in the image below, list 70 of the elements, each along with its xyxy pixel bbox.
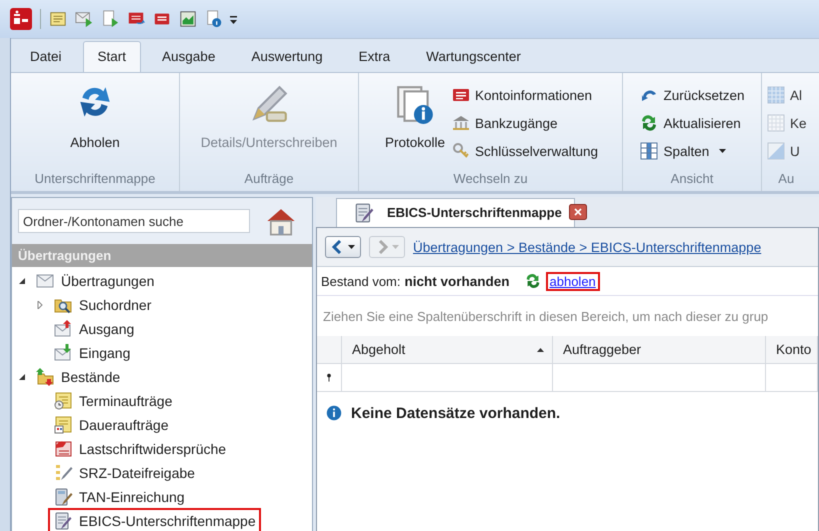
tree-item[interactable]: SRZ-Dateifreigabe [48,460,200,486]
group-label: Wechseln zu [452,171,529,188]
document-arrow-icon[interactable] [101,10,119,28]
calendar-icon [53,415,73,435]
collapse-arrow-icon[interactable] [18,277,26,285]
ribbon-button[interactable]: Bankzugänge [450,109,598,137]
notepad-pen-icon [53,511,73,531]
grid-icon [639,141,660,161]
grid-icon [766,113,786,133]
ribbon-tab[interactable]: Datei [15,41,77,72]
envelope-arrow-icon[interactable] [75,10,93,28]
status-value: nicht vorhanden [404,274,510,288]
close-icon[interactable] [568,204,587,220]
back-button[interactable] [325,236,361,258]
tree-item[interactable]: Ausgang [48,316,140,342]
chart-icon[interactable] [179,10,197,28]
pencil-list-icon [53,463,73,483]
column-header[interactable]: Konto [766,336,818,363]
ribbon-tab[interactable]: Start [82,41,142,72]
caret-icon [392,245,399,249]
sort-arrow-icon [537,348,544,352]
group-label: Aufträge [243,171,295,188]
ribbon-button[interactable]: Aktualisieren [639,109,745,137]
group-label: Au [777,171,796,188]
tree-item[interactable]: Übertragungen [30,268,160,294]
tree-item[interactable]: Daueraufträge [48,412,174,438]
ribbon-button[interactable]: Zurücksetzen [639,81,745,109]
ribbon-tab[interactable]: Extra [344,41,406,72]
ribbon-button[interactable]: Kontoinformationen [450,81,598,109]
ribbon-button[interactable]: Abholen [68,81,122,152]
expand-arrow-icon[interactable] [36,301,44,309]
document-info-icon[interactable] [205,10,223,28]
notepad-pen-icon [353,202,375,224]
clock-calendar-icon [53,391,73,411]
app-logo-icon [10,8,32,30]
note-icon[interactable] [49,10,67,28]
ribbon-tab[interactable]: Ausgabe [147,41,230,72]
ribbon-button[interactable]: Protokolle [382,81,447,152]
tree-item[interactable]: Bestände [30,364,126,390]
ribbon-tab[interactable]: Auswertung [236,41,338,72]
collapse-arrow-icon[interactable] [18,373,26,381]
section-header: Übertragungen [12,244,312,267]
empty-message: Keine Datensätze vorhanden. [351,404,560,422]
tree-item[interactable]: Terminaufträge [48,388,178,414]
ribbon-button[interactable]: Spalten [639,137,745,165]
group-label: Ansicht [670,171,714,188]
document-tab[interactable]: EBICS-Unterschriftenmappe [336,198,575,226]
tree-item[interactable]: Lastschriftwidersprüche [48,436,232,462]
envelope-down-icon [53,343,73,363]
bank-icon [450,113,471,133]
calculator-pen-icon [53,487,73,507]
tree-item[interactable]: TAN-Einreichung [48,484,190,510]
tree-item[interactable]: EBICS-Unterschriftenmappe [48,508,261,531]
info-icon [325,404,343,422]
search-field[interactable]: Ordner-/Kontonamen suche [18,209,250,233]
group-by-hint: Ziehen Sie eine Spaltenüberschrift in diesen Bereich, um nach dieser zu grup [322,308,770,326]
caret-icon [348,245,355,249]
grid-icon [766,85,786,105]
folders-arrows-icon [35,367,55,387]
envelope-up-icon [53,319,73,339]
tree-item[interactable]: Suchordner [48,292,156,318]
tree-item[interactable]: Eingang [48,340,136,366]
fetch-link[interactable]: abholen [546,272,600,290]
ribbon-tab[interactable]: Wartungscenter [411,41,536,72]
column-header[interactable]: Auftraggeber [553,336,766,363]
ribbon-button[interactable]: Schlüsselverwaltung [450,137,598,165]
column-header[interactable]: Abgeholt [342,336,553,363]
status-label: Bestand vom: [321,274,400,288]
group-label: Unterschriftenmappe [34,171,156,188]
grid-icon [766,141,786,161]
